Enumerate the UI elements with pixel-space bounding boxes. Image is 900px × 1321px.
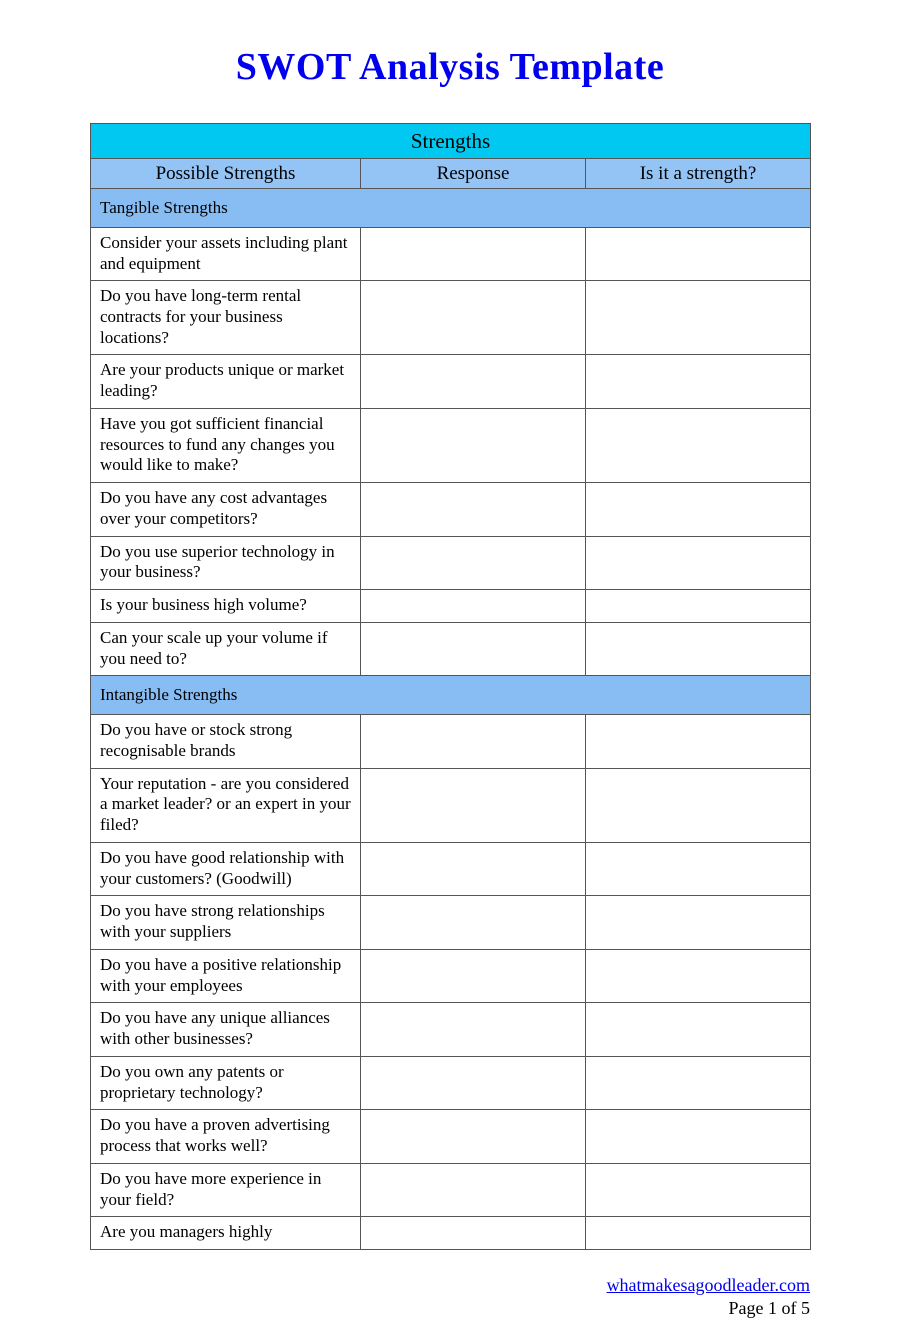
response-cell[interactable] [360,621,586,677]
table-row: Do you have any cost advantages over you… [90,482,812,537]
section-band-row: Intangible Strengths [89,675,812,716]
question-text: Do you have good relationship with your … [90,841,361,897]
response-cell[interactable] [360,1002,586,1057]
is-it-a-strength-cell[interactable] [584,841,812,897]
is-it-a-strength-cell[interactable] [584,226,812,282]
table-title-row: Strengths [89,122,812,159]
response-cell[interactable] [360,767,586,843]
question-text: Do you have any unique alliances with ot… [90,1002,361,1057]
table-row: Are your products unique or market leadi… [90,354,812,409]
is-it-a-strength-cell[interactable] [584,482,812,537]
question-text: Do you have a positive relationship with… [90,948,361,1004]
is-it-a-strength-cell[interactable] [584,589,812,623]
table-row: Do you have more experience in your fiel… [90,1162,812,1218]
section-band-label: Tangible Strengths [89,187,812,228]
response-cell[interactable] [360,482,586,537]
response-cell[interactable] [360,589,586,623]
is-it-a-strength-cell[interactable] [584,714,812,769]
question-text: Do you have more experience in your fiel… [90,1162,361,1218]
response-cell[interactable] [360,280,586,356]
page-title: SWOT Analysis Template [235,46,665,88]
response-cell[interactable] [360,226,586,282]
is-it-a-strength-cell[interactable] [584,1002,812,1057]
table-row: Do you have good relationship with your … [90,841,812,897]
is-it-a-strength-cell[interactable] [584,354,812,409]
question-text: Do you have strong relationships with yo… [90,895,361,950]
document-page: SWOT Analysis Template Strengths Possibl… [0,0,900,1318]
footer-page-number: Page 1 of 5 [728,1298,810,1319]
table-row: Do you have a proven advertising process… [90,1109,812,1164]
question-text: Consider your assets including plant and… [90,226,361,282]
column-header-possible-strengths: Possible Strengths [90,157,361,189]
is-it-a-strength-cell[interactable] [584,1055,812,1111]
section-band-row: Tangible Strengths [89,187,812,228]
question-text: Do you have long-term rental contracts f… [90,280,361,356]
response-cell[interactable] [360,354,586,409]
response-cell[interactable] [360,841,586,897]
table-row: Do you have a positive relationship with… [90,948,812,1004]
swot-table-body: Strengths Possible Strengths Response Is… [89,122,812,1250]
question-text: Do you have a proven advertising process… [90,1109,361,1164]
column-header-is-it-a-strength: Is it a strength? [584,157,812,189]
is-it-a-strength-cell[interactable] [584,948,812,1004]
is-it-a-strength-cell[interactable] [584,621,812,677]
table-row: Do you have long-term rental contracts f… [90,280,812,356]
response-cell[interactable] [360,1162,586,1218]
is-it-a-strength-cell[interactable] [584,535,812,591]
page-footer: whatmakesagoodleader.com Page 1 of 5 [90,1250,810,1321]
response-cell[interactable] [360,714,586,769]
swot-strengths-table: Strengths Possible Strengths Response Is… [89,122,812,1250]
table-row: Do you have any unique alliances with ot… [90,1002,812,1057]
question-text: Do you own any patents or proprietary te… [90,1055,361,1111]
column-header-response: Response [360,157,586,189]
response-cell[interactable] [360,895,586,950]
response-cell[interactable] [360,1055,586,1111]
is-it-a-strength-cell[interactable] [584,407,812,484]
table-row: Do you use superior technology in your b… [90,535,812,591]
response-cell[interactable] [360,535,586,591]
swot-table-wrapper: Strengths Possible Strengths Response Is… [89,122,812,1250]
table-row: Consider your assets including plant and… [90,226,812,282]
is-it-a-strength-cell[interactable] [584,1109,812,1164]
question-text: Have you got sufficient financial resour… [90,407,361,484]
table-title-cell: Strengths [89,122,812,159]
table-row: Your reputation - are you considered a m… [90,767,812,843]
question-text: Do you use superior technology in your b… [90,535,361,591]
question-text: Your reputation - are you considered a m… [90,767,361,843]
response-cell[interactable] [360,1216,586,1250]
table-row: Do you have strong relationships with yo… [90,895,812,950]
table-row: Can your scale up your volume if you nee… [90,621,812,677]
footer-website-link[interactable]: whatmakesagoodleader.com [90,1274,810,1297]
question-text: Are you managers highly [90,1216,361,1250]
response-cell[interactable] [360,1109,586,1164]
question-text: Can your scale up your volume if you nee… [90,621,361,677]
is-it-a-strength-cell[interactable] [584,895,812,950]
is-it-a-strength-cell[interactable] [584,280,812,356]
response-cell[interactable] [360,407,586,484]
table-header-row: Possible Strengths Response Is it a stre… [90,157,812,189]
question-text: Are your products unique or market leadi… [90,354,361,409]
section-band-label: Intangible Strengths [89,675,812,716]
is-it-a-strength-cell[interactable] [584,1216,812,1250]
question-text: Is your business high volume? [90,589,361,623]
is-it-a-strength-cell[interactable] [584,1162,812,1218]
question-text: Do you have any cost advantages over you… [90,482,361,537]
response-cell[interactable] [360,948,586,1004]
table-row: Do you have or stock strong recognisable… [90,714,812,769]
question-text: Do you have or stock strong recognisable… [90,714,361,769]
table-row: Have you got sufficient financial resour… [90,407,812,484]
table-row: Is your business high volume? [90,589,812,623]
is-it-a-strength-cell[interactable] [584,767,812,843]
table-row: Do you own any patents or proprietary te… [90,1055,812,1111]
table-row: Are you managers highly [90,1216,812,1250]
